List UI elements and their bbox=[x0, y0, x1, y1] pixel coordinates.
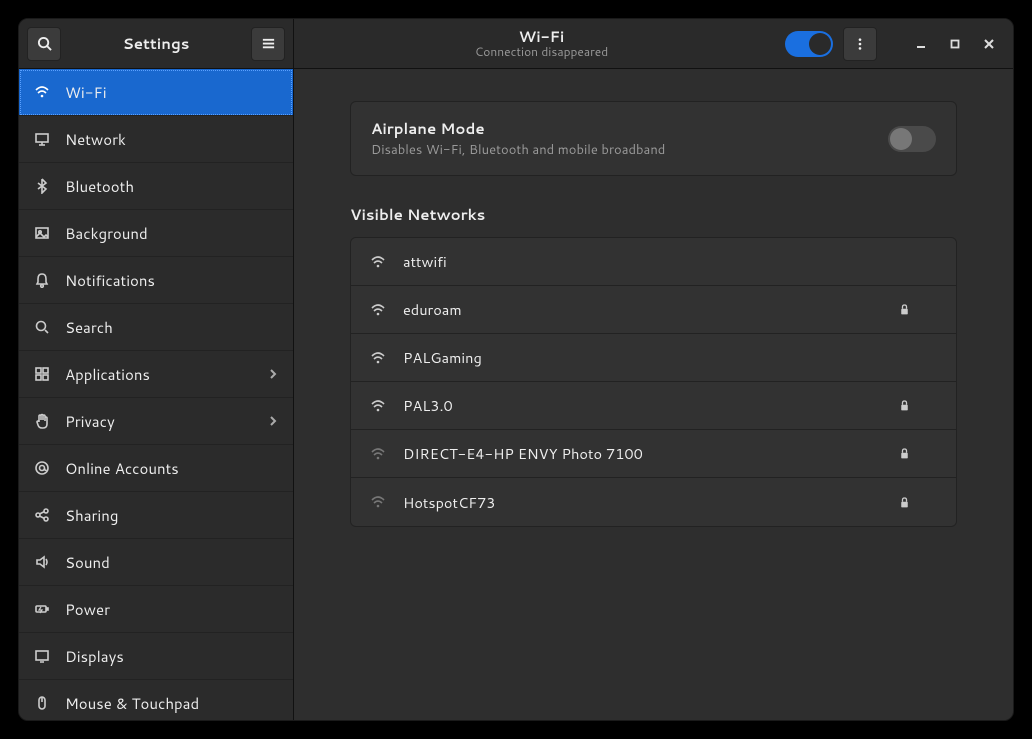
sidebar-header: Settings bbox=[19, 19, 293, 69]
menu-button[interactable] bbox=[251, 27, 285, 61]
network-row[interactable]: HotspotCF73 bbox=[351, 478, 956, 526]
network-row[interactable]: eduroam bbox=[351, 286, 956, 334]
search-icon bbox=[33, 318, 51, 336]
sidebar-item-label: Background bbox=[65, 223, 279, 244]
airplane-mode-description: Disables Wi-Fi, Bluetooth and mobile bro… bbox=[371, 141, 872, 159]
sidebar-item-label: Online Accounts bbox=[65, 458, 279, 479]
sidebar-list: Wi-Fi Network Bluetooth Background Notificat… bbox=[19, 69, 293, 720]
network-ssid: HotspotCF73 bbox=[403, 492, 882, 513]
sidebar-item-label: Notifications bbox=[65, 270, 279, 291]
lock-icon bbox=[898, 399, 938, 412]
sidebar-item-privacy[interactable]: Privacy bbox=[19, 398, 293, 445]
sidebar-item-power[interactable]: Power bbox=[19, 586, 293, 633]
background-icon bbox=[33, 224, 51, 242]
toggle-knob bbox=[809, 33, 831, 55]
sidebar-item-applications[interactable]: Applications bbox=[19, 351, 293, 398]
sidebar-item-sharing[interactable]: Sharing bbox=[19, 492, 293, 539]
main-panel: Wi-Fi Connection disappeared Airplane Mo… bbox=[294, 19, 1013, 720]
minimize-icon bbox=[916, 39, 926, 49]
main-body: Airplane Mode Disables Wi-Fi, Bluetooth … bbox=[294, 69, 1013, 720]
sidebar-item-displays[interactable]: Displays bbox=[19, 633, 293, 680]
wifi-signal-icon bbox=[369, 446, 387, 462]
header-title-block: Wi-Fi Connection disappeared bbox=[304, 29, 779, 59]
sidebar-item-bluetooth[interactable]: Bluetooth bbox=[19, 163, 293, 210]
sidebar-item-label: Wi-Fi bbox=[65, 82, 279, 103]
hand-icon bbox=[33, 412, 51, 430]
display-icon bbox=[33, 647, 51, 665]
sidebar-item-label: Mouse & Touchpad bbox=[65, 693, 279, 714]
wifi-signal-icon bbox=[369, 398, 387, 414]
airplane-mode-title: Airplane Mode bbox=[371, 118, 872, 139]
battery-icon bbox=[33, 600, 51, 618]
sidebar-item-label: Displays bbox=[65, 646, 279, 667]
more-options-button[interactable] bbox=[843, 27, 877, 61]
sidebar-item-label: Applications bbox=[65, 364, 253, 385]
search-button[interactable] bbox=[27, 27, 61, 61]
network-row[interactable]: DIRECT-E4-HP ENVY Photo 7100 bbox=[351, 430, 956, 478]
search-icon bbox=[37, 36, 52, 51]
bluetooth-icon bbox=[33, 177, 51, 195]
speaker-icon bbox=[33, 553, 51, 571]
kebab-icon bbox=[853, 37, 867, 51]
sidebar-item-mouse[interactable]: Mouse & Touchpad bbox=[19, 680, 293, 720]
close-button[interactable] bbox=[975, 30, 1003, 58]
lock-icon bbox=[898, 496, 938, 509]
apps-icon bbox=[33, 365, 51, 383]
bell-icon bbox=[33, 271, 51, 289]
network-row[interactable]: attwifi bbox=[351, 238, 956, 286]
network-ssid: eduroam bbox=[403, 299, 882, 320]
wifi-signal-icon bbox=[369, 494, 387, 510]
airplane-mode-card: Airplane Mode Disables Wi-Fi, Bluetooth … bbox=[350, 101, 957, 176]
sidebar-item-network[interactable]: Network bbox=[19, 116, 293, 163]
minimize-button[interactable] bbox=[907, 30, 935, 58]
network-ssid: PALGaming bbox=[403, 347, 882, 368]
sidebar-item-label: Network bbox=[65, 129, 279, 150]
sidebar-item-label: Sound bbox=[65, 552, 279, 573]
sidebar: Settings Wi-Fi Network Bluetooth Background… bbox=[19, 19, 294, 720]
chevron-right-icon bbox=[267, 415, 279, 427]
lock-icon bbox=[898, 447, 938, 460]
wifi-signal-icon bbox=[369, 254, 387, 270]
sidebar-item-label: Power bbox=[65, 599, 279, 620]
airplane-mode-toggle[interactable] bbox=[888, 126, 936, 152]
visible-networks-heading: Visible Networks bbox=[350, 204, 957, 225]
sidebar-item-online-accounts[interactable]: Online Accounts bbox=[19, 445, 293, 492]
maximize-icon bbox=[950, 39, 960, 49]
toggle-knob bbox=[890, 128, 912, 150]
wifi-master-toggle[interactable] bbox=[785, 31, 833, 57]
sidebar-item-background[interactable]: Background bbox=[19, 210, 293, 257]
wifi-signal-icon bbox=[369, 350, 387, 366]
network-ssid: PAL3.0 bbox=[403, 395, 882, 416]
app-title: Settings bbox=[69, 33, 243, 54]
main-header: Wi-Fi Connection disappeared bbox=[294, 19, 1013, 69]
share-icon bbox=[33, 506, 51, 524]
sidebar-item-label: Privacy bbox=[65, 411, 253, 432]
sidebar-item-notifications[interactable]: Notifications bbox=[19, 257, 293, 304]
network-ssid: DIRECT-E4-HP ENVY Photo 7100 bbox=[403, 443, 882, 464]
sidebar-item-sound[interactable]: Sound bbox=[19, 539, 293, 586]
network-list: attwifi eduroam PALGaming PAL3.0 DIRECT-E4-H… bbox=[350, 237, 957, 527]
sidebar-item-wifi[interactable]: Wi-Fi bbox=[19, 69, 293, 116]
sidebar-item-search[interactable]: Search bbox=[19, 304, 293, 351]
lock-icon bbox=[898, 303, 938, 316]
wifi-icon bbox=[33, 83, 51, 101]
sidebar-item-label: Sharing bbox=[65, 505, 279, 526]
settings-window: Settings Wi-Fi Network Bluetooth Background… bbox=[18, 18, 1014, 721]
network-row[interactable]: PALGaming bbox=[351, 334, 956, 382]
network-icon bbox=[33, 130, 51, 148]
maximize-button[interactable] bbox=[941, 30, 969, 58]
airplane-mode-text: Airplane Mode Disables Wi-Fi, Bluetooth … bbox=[371, 118, 872, 159]
at-icon bbox=[33, 459, 51, 477]
sidebar-item-label: Search bbox=[65, 317, 279, 338]
network-ssid: attwifi bbox=[403, 251, 882, 272]
close-icon bbox=[984, 39, 994, 49]
hamburger-icon bbox=[261, 36, 276, 51]
page-subtitle: Connection disappeared bbox=[304, 45, 779, 58]
sidebar-item-label: Bluetooth bbox=[65, 176, 279, 197]
wifi-signal-icon bbox=[369, 302, 387, 318]
mouse-icon bbox=[33, 694, 51, 712]
chevron-right-icon bbox=[267, 368, 279, 380]
network-row[interactable]: PAL3.0 bbox=[351, 382, 956, 430]
